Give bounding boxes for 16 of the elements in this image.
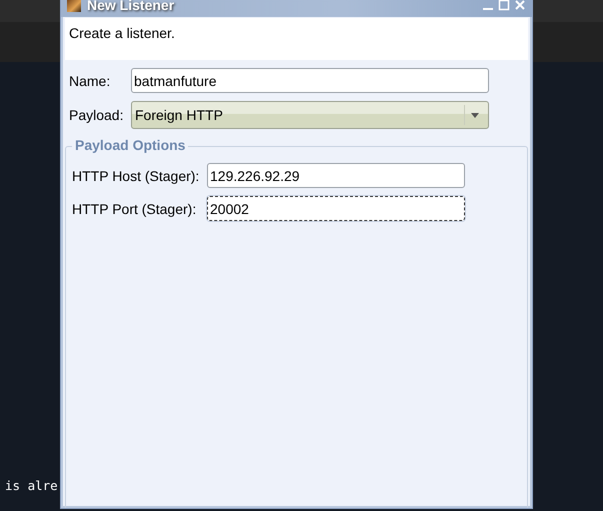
payload-dropdown[interactable]: Foreign HTTP bbox=[131, 101, 489, 129]
description-text: Create a listener. bbox=[69, 25, 175, 41]
window-title: New Listener bbox=[87, 0, 176, 13]
field-label: Name: bbox=[69, 72, 112, 88]
app-icon bbox=[67, 0, 81, 12]
maximize-button[interactable] bbox=[498, 0, 510, 11]
name-field[interactable]: batmanfuture bbox=[131, 68, 489, 93]
input-field[interactable]: 129.226.92.29 bbox=[207, 163, 465, 188]
input-field[interactable]: 20002 bbox=[207, 196, 465, 221]
field-label: Payload: bbox=[69, 107, 124, 123]
close-button[interactable] bbox=[514, 0, 526, 11]
terminal-text: is alre bbox=[5, 478, 58, 493]
group-title: Payload Options bbox=[72, 137, 188, 153]
field-label: HTTP Host (Stager): bbox=[72, 168, 200, 184]
field-label: HTTP Port (Stager): bbox=[72, 200, 198, 216]
caret-icon bbox=[471, 112, 479, 118]
